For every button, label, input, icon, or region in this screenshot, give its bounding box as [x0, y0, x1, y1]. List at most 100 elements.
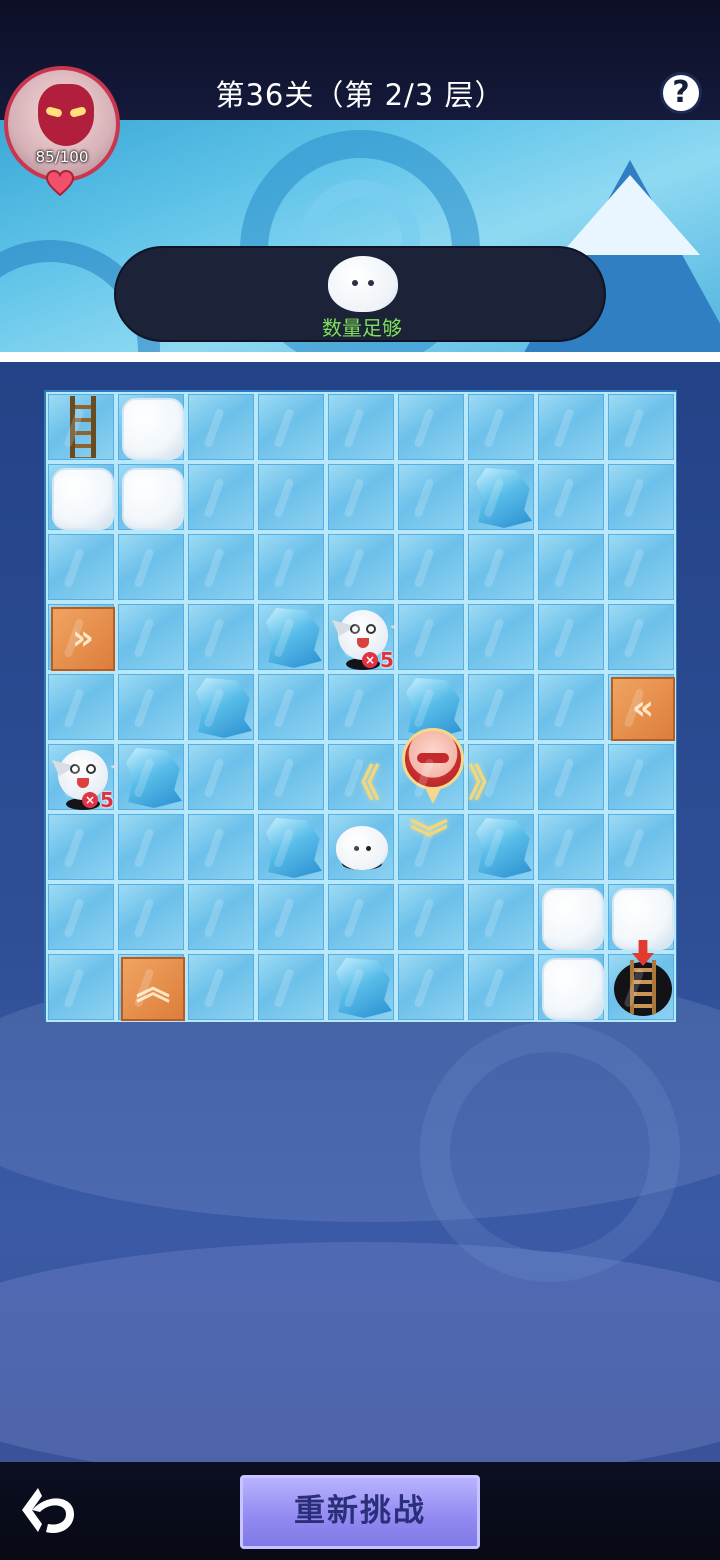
- board-cell[interactable]: [186, 532, 256, 602]
- board-cell[interactable]: [536, 602, 606, 672]
- board-cell[interactable]: [466, 602, 536, 672]
- board-cell[interactable]: [116, 602, 186, 672]
- board-cell[interactable]: [536, 952, 606, 1022]
- tile-ice-rock: [118, 744, 188, 814]
- exit-ladder-icon: [630, 960, 656, 1014]
- board-cell[interactable]: [606, 940, 676, 1022]
- eye-icon: [350, 624, 360, 634]
- board-cell[interactable]: [46, 462, 116, 532]
- eye-icon: [70, 764, 80, 774]
- board-cell[interactable]: [396, 392, 466, 462]
- seal-icon[interactable]: [336, 826, 388, 870]
- eye-icon: [86, 764, 96, 774]
- board-cell[interactable]: [186, 602, 256, 672]
- board-cell[interactable]: [536, 392, 606, 462]
- board-cell[interactable]: [606, 742, 676, 812]
- wing-icon: [52, 760, 76, 776]
- board-cell[interactable]: [536, 672, 606, 742]
- move-left-hint-icon[interactable]: 《: [342, 752, 380, 807]
- board-cell[interactable]: [256, 672, 326, 742]
- board-cell[interactable]: [186, 812, 256, 882]
- board-cell[interactable]: [606, 392, 676, 462]
- board-cell[interactable]: [326, 462, 396, 532]
- board-cell[interactable]: [256, 812, 326, 882]
- board-cell[interactable]: × 5: [326, 602, 414, 672]
- board-cell[interactable]: [326, 882, 396, 952]
- booster-arrow-tile[interactable]: «: [611, 677, 675, 741]
- board-cell[interactable]: »: [46, 602, 116, 672]
- board-cell[interactable]: [46, 812, 116, 882]
- board-cell[interactable]: [256, 462, 326, 532]
- board-cell[interactable]: [466, 882, 536, 952]
- booster-arrow-tile[interactable]: »: [51, 607, 115, 671]
- board-cell[interactable]: [116, 882, 186, 952]
- board-cell[interactable]: [116, 532, 186, 602]
- board-cell[interactable]: [116, 392, 186, 462]
- board-cell[interactable]: [116, 462, 186, 532]
- tile-arrow-tile: »: [48, 604, 118, 674]
- board-cell[interactable]: [186, 742, 256, 812]
- board-cell[interactable]: [396, 462, 466, 532]
- board-cell[interactable]: [466, 532, 536, 602]
- board-cell[interactable]: [606, 532, 676, 602]
- tile-snow-block: [48, 464, 118, 534]
- board-cell[interactable]: [116, 742, 186, 812]
- tile-snow-block: [118, 394, 188, 464]
- board-cell[interactable]: [466, 672, 536, 742]
- board-cell[interactable]: [46, 532, 116, 602]
- close-icon: ×: [362, 652, 378, 668]
- board-cell[interactable]: [466, 392, 536, 462]
- board-cell[interactable]: [256, 952, 326, 1022]
- board-cell[interactable]: [396, 532, 466, 602]
- board-cell[interactable]: [256, 882, 326, 952]
- board-cell[interactable]: [116, 812, 186, 882]
- board-cell[interactable]: [606, 462, 676, 532]
- move-down-hint-icon[interactable]: ︾: [410, 808, 448, 863]
- board-cell[interactable]: [536, 882, 606, 952]
- tile-seal: [328, 814, 398, 884]
- board-cell[interactable]: [396, 882, 466, 952]
- board-cell[interactable]: ︽: [116, 952, 186, 1022]
- board-cell[interactable]: [186, 462, 256, 532]
- board-cell[interactable]: [46, 392, 116, 462]
- board-cell[interactable]: «: [606, 672, 676, 742]
- board-cell[interactable]: [186, 952, 256, 1022]
- board-cell[interactable]: [536, 742, 606, 812]
- retry-button[interactable]: 重新挑战: [240, 1475, 480, 1549]
- board-cell[interactable]: [46, 672, 116, 742]
- board-cell[interactable]: [536, 462, 606, 532]
- back-arrow-icon[interactable]: [18, 1480, 80, 1542]
- board-cell[interactable]: [256, 532, 326, 602]
- help-button[interactable]: ?: [660, 72, 702, 114]
- board-cell[interactable]: [466, 952, 536, 1022]
- board-cell[interactable]: [186, 392, 256, 462]
- board-cell[interactable]: [466, 462, 536, 532]
- bg-swirl: [420, 1022, 680, 1282]
- board-cell[interactable]: [116, 672, 186, 742]
- board-cell[interactable]: [186, 882, 256, 952]
- board-cell[interactable]: [606, 812, 676, 882]
- board-cell[interactable]: [46, 952, 116, 1022]
- board-cell[interactable]: [396, 602, 466, 672]
- board-cell[interactable]: [606, 602, 676, 672]
- board-cell[interactable]: [326, 392, 396, 462]
- board-cell[interactable]: × 5: [46, 742, 134, 812]
- board-cell[interactable]: [326, 812, 396, 882]
- board-cell[interactable]: [536, 532, 606, 602]
- board-cell[interactable]: [46, 882, 116, 952]
- move-right-hint-icon[interactable]: 》: [468, 752, 506, 807]
- board-cell[interactable]: [326, 952, 396, 1022]
- board-cell[interactable]: [256, 602, 326, 672]
- board-cell[interactable]: [256, 742, 326, 812]
- board-cell[interactable]: [466, 812, 536, 882]
- board-cell[interactable]: [396, 952, 466, 1022]
- board-cell[interactable]: [396, 728, 466, 812]
- goal-status-text: 数量足够: [322, 316, 402, 340]
- board-cell[interactable]: [256, 392, 326, 462]
- board-cell[interactable]: [326, 672, 396, 742]
- booster-arrow-tile[interactable]: ︽: [121, 957, 185, 1021]
- hero-player-icon[interactable]: [402, 728, 464, 790]
- board-cell[interactable]: [326, 532, 396, 602]
- board-cell[interactable]: [186, 672, 256, 742]
- board-cell[interactable]: [536, 812, 606, 882]
